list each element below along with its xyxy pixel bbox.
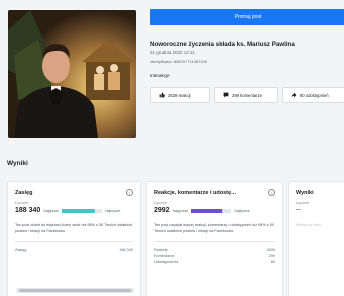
reach-row-value: 188 340 <box>119 248 133 252</box>
thumbs-up-icon <box>159 92 165 98</box>
reach-progress-fill <box>62 208 95 213</box>
reach-row-label: Zasięg <box>15 248 27 252</box>
engagement-tag-worst: Najgorsze <box>172 208 189 213</box>
post-thumbnail[interactable] <box>8 10 136 138</box>
engagement-progress-bar <box>191 208 232 213</box>
engagement-row-label: Udostępnienia <box>154 259 179 264</box>
shares-count: 80 udostępnień <box>300 92 329 98</box>
third-card-faint-label: Kliknięcia linku <box>296 223 321 227</box>
results-section-title: Wyniki <box>7 160 28 167</box>
post-date: 31 grudnia 2022 12:11 <box>150 50 195 55</box>
engagement-row: Udostępnienia 80 <box>154 260 275 266</box>
third-card-title: Wyniki <box>296 190 314 196</box>
scrollbar-thumb[interactable] <box>19 289 131 292</box>
engagement-row-value: 80 <box>270 259 275 264</box>
share-icon <box>291 92 297 98</box>
reach-value: 188 340 <box>15 207 41 214</box>
reach-row: Zasięg 188 340 <box>15 248 133 254</box>
comments-count: 299 komentarze <box>232 92 263 98</box>
reach-sub: Łącznie <box>15 201 29 205</box>
info-icon[interactable]: i <box>268 189 275 196</box>
third-card-sub: Łącznie <box>296 201 310 205</box>
reach-tag-worst: Najgorsze <box>43 208 60 213</box>
post-title: Noworoczne życzenia składa ks. Mariusz P… <box>150 41 295 48</box>
divider <box>154 241 275 242</box>
engagement-tag-best: Najlepsze <box>234 208 250 213</box>
third-card-value: — <box>296 207 301 213</box>
info-icon[interactable]: i <box>126 189 133 196</box>
post-header: Promuj post Noworoczne życzenia składa k… <box>0 0 344 147</box>
post-id: Identyfikator: 888767711467300 <box>150 59 208 64</box>
reach-card: Zasięg i Łącznie 188 340 Najgorsze Najle… <box>7 181 141 296</box>
reach-tag-best: Najlepsze <box>105 208 121 213</box>
engagement-progress-fill <box>191 208 223 213</box>
shares-chip[interactable]: 80 udostępnień <box>282 87 344 103</box>
reactions-chip[interactable]: 2639 reakcji <box>150 87 210 103</box>
reach-description: Ten post dotarł do większej liczby osób … <box>15 223 133 233</box>
reactions-count: 2639 reakcji <box>168 92 191 98</box>
engagement-value: 2992 <box>154 207 170 214</box>
horizontal-scrollbar[interactable] <box>16 288 134 293</box>
comment-icon <box>223 92 229 98</box>
priest-photo <box>8 10 136 138</box>
divider <box>15 241 133 242</box>
reach-progress-bar <box>62 208 103 213</box>
results-card-partial: Wyniki Łącznie — Kliknięcia linku <box>288 181 344 296</box>
engagement-description: Ten post uzyskał więcej reakcji, komenta… <box>154 223 274 233</box>
promote-post-button[interactable]: Promuj post <box>150 9 344 25</box>
interactions-label: Interakcje <box>150 73 170 78</box>
reach-title: Zasięg <box>15 190 33 196</box>
engagement-sub: Łącznie <box>154 201 168 205</box>
engagement-title: Reakcje, komentarze i udostę… <box>154 190 237 196</box>
comments-chip[interactable]: 299 komentarze <box>214 87 278 103</box>
engagement-card: Reakcje, komentarze i udostę… i Łącznie … <box>146 181 283 296</box>
